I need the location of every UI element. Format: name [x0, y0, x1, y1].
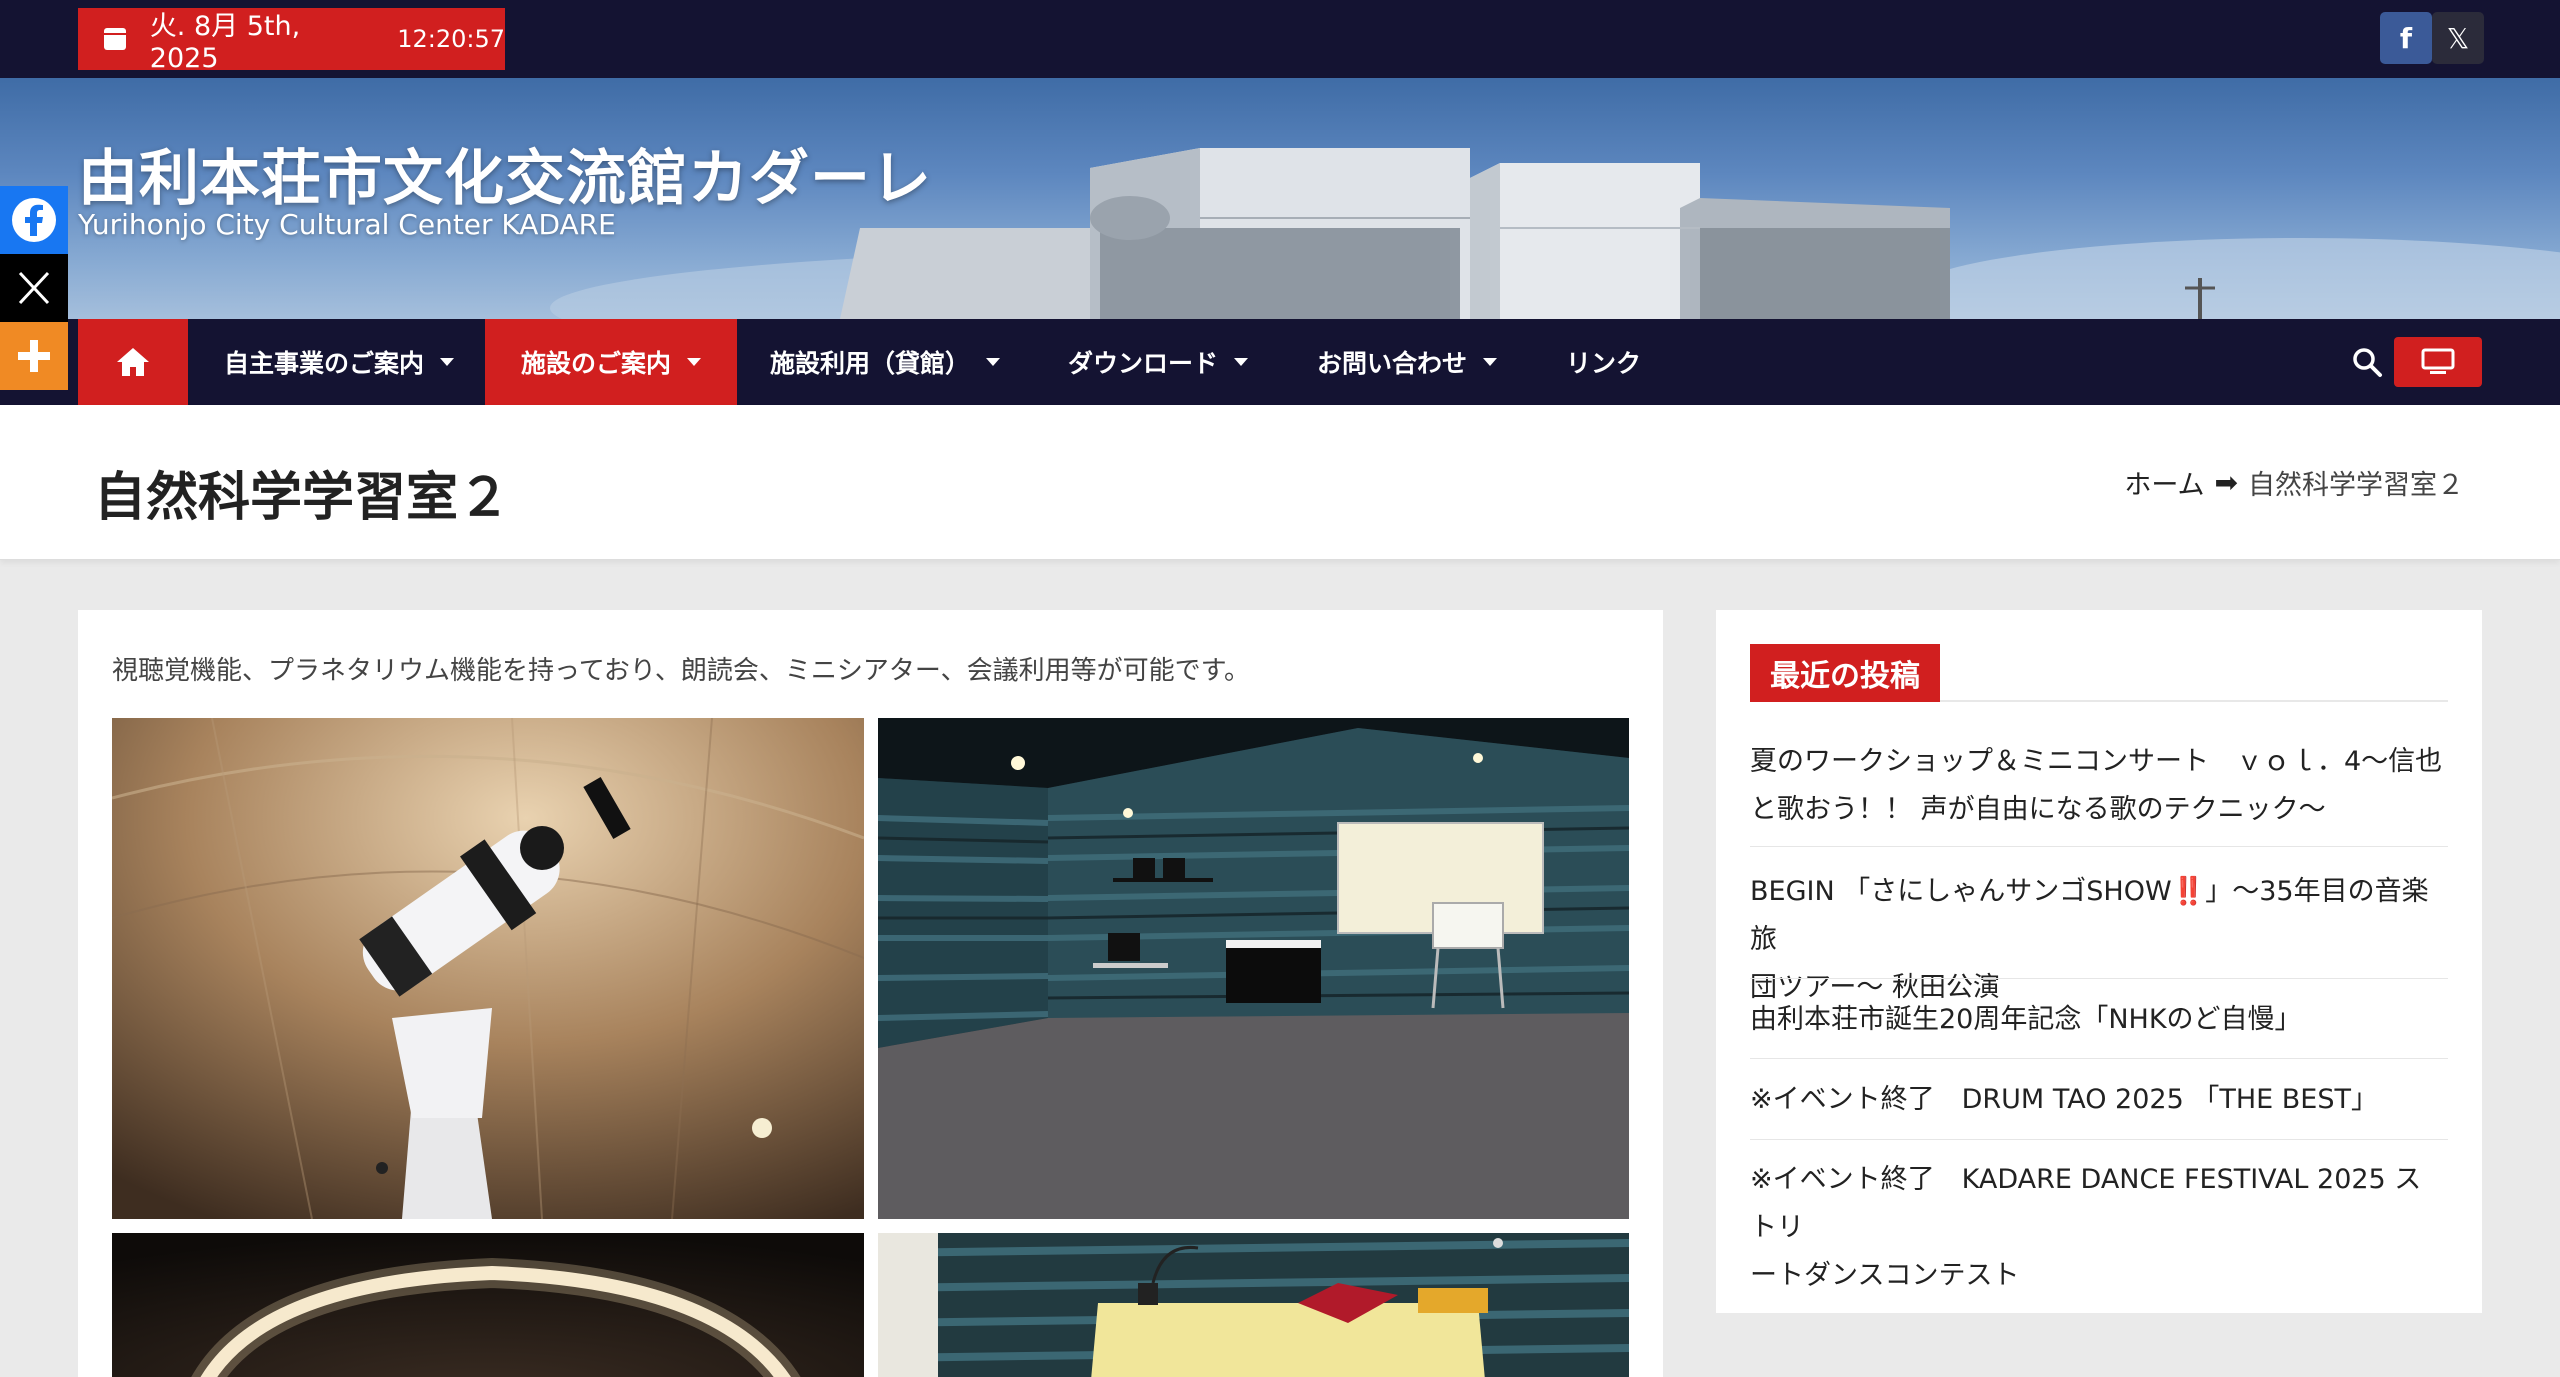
caret-down-icon: [1483, 358, 1498, 366]
recent-post-line: ートダンスコンテスト: [1750, 1260, 2020, 1291]
caret-down-icon: [1234, 358, 1249, 366]
recent-post-line: と歌おう！！ 声が自由になる歌のテクニック〜: [1750, 794, 2326, 825]
search-icon[interactable]: [2350, 345, 2384, 379]
nav-item-events[interactable]: 自主事業のご案内: [188, 319, 490, 405]
recent-post-line: 由利本荘市誕生20周年記念「NHKのど自慢」: [1750, 1004, 2302, 1035]
widget-heading: 最近の投稿: [1750, 644, 1940, 702]
current-time: 12:20:57: [397, 25, 505, 53]
nav-item-label: リンク: [1566, 349, 1642, 378]
share-x-button[interactable]: [0, 254, 68, 322]
recent-post-line: ※イベント終了 KADARE DANCE FESTIVAL 2025 ストリ: [1750, 1164, 2422, 1243]
nav-item-label: 施設利用（貸館）: [770, 349, 971, 378]
date-time-box: 火. 8月 5th, 2025 12:20:57: [78, 8, 505, 74]
breadcrumb-arrow-icon: ➡: [2214, 466, 2238, 499]
top-bar: 火. 8月 5th, 2025 12:20:57 f 𝕏: [0, 0, 2560, 78]
x-icon: [18, 271, 50, 305]
main-nav: 自主事業のご案内 施設のご案内 施設利用（貸館） ダウンロード お問い合わせ リ…: [0, 319, 2560, 405]
page-title: 自然科学学習室２: [94, 468, 511, 528]
recent-post-line: ※イベント終了 DRUM TAO 2025 「THE BEST」: [1750, 1084, 2378, 1115]
nav-item-label: 自主事業のご案内: [224, 349, 425, 378]
gallery-image-room[interactable]: [878, 718, 1629, 1219]
nav-item-label: 施設のご案内: [521, 349, 672, 378]
share-facebook-button[interactable]: [0, 186, 68, 254]
divider: [1750, 846, 2448, 847]
facebook-icon: [12, 198, 56, 242]
nav-item-label: お問い合わせ: [1317, 349, 1468, 378]
nav-item-links[interactable]: リンク: [1530, 319, 1677, 405]
divider: [1750, 1139, 2448, 1140]
site-header: 由利本荘市文化交流館カダーレ Yurihonjo City Cultural C…: [0, 78, 2560, 319]
divider: [1750, 1058, 2448, 1059]
nav-item-rental[interactable]: 施設利用（貸館）: [734, 319, 1036, 405]
recent-post-link[interactable]: 夏のワークショップ＆ミニコンサート ｖｏｌ．4〜信也 と歌おう！！ 声が自由にな…: [1750, 738, 2448, 834]
nav-item-facilities[interactable]: 施設のご案内: [485, 319, 738, 405]
nav-item-download[interactable]: ダウンロード: [1032, 319, 1284, 405]
current-date: 火. 8月 5th, 2025: [149, 11, 301, 74]
caret-down-icon: [687, 358, 702, 366]
room-description: 視聴覚機能、プラネタリウム機能を持っており、朗読会、ミニシアター、会議利用等が可…: [112, 656, 1251, 686]
breadcrumb-home-link[interactable]: ホーム: [2124, 463, 2204, 502]
divider: [1750, 978, 2448, 979]
recent-post-line: BEGIN 「さにしゃんサンゴSHOW‼️」〜35年目の音楽旅: [1750, 876, 2429, 955]
page-title-bar: 自然科学学習室２ ホーム ➡ 自然科学学習室２: [0, 405, 2560, 560]
caret-down-icon: [986, 358, 1001, 366]
recent-post-line: 夏のワークショップ＆ミニコンサート ｖｏｌ．4〜信也: [1750, 746, 2443, 777]
site-title[interactable]: 由利本荘市文化交流館カダーレ: [78, 130, 932, 217]
recent-post-link[interactable]: 由利本荘市誕生20周年記念「NHKのど自慢」: [1750, 996, 2448, 1044]
main-content-card: 視聴覚機能、プラネタリウム機能を持っており、朗読会、ミニシアター、会議利用等が可…: [78, 610, 1663, 1377]
nav-item-label: ダウンロード: [1068, 349, 1219, 378]
recent-post-link[interactable]: ※イベント終了 DRUM TAO 2025 「THE BEST」: [1750, 1076, 2448, 1124]
facebook-icon[interactable]: f: [2380, 12, 2432, 64]
recent-posts-widget: 最近の投稿 夏のワークショップ＆ミニコンサート ｖｏｌ．4〜信也 と歌おう！！ …: [1716, 610, 2482, 1313]
gallery-image-planetarium[interactable]: [112, 1233, 864, 1377]
nav-item-contact[interactable]: お問い合わせ: [1281, 319, 1533, 405]
share-more-button[interactable]: [0, 322, 68, 390]
home-icon: [117, 348, 149, 376]
recent-post-link[interactable]: ※イベント終了 KADARE DANCE FESTIVAL 2025 ストリ ー…: [1750, 1156, 2448, 1300]
x-icon[interactable]: 𝕏: [2432, 12, 2484, 64]
gallery-image-telescope[interactable]: [112, 718, 864, 1219]
breadcrumb-current: 自然科学学習室２: [2248, 470, 2464, 501]
calendar-icon: [104, 28, 126, 50]
plus-icon: [18, 340, 50, 372]
site-subtitle: Yurihonjo City Cultural Center KADARE: [78, 208, 616, 241]
monitor-button[interactable]: [2394, 337, 2482, 387]
nav-home-button[interactable]: [78, 319, 188, 405]
gallery-image-conference[interactable]: [878, 1233, 1629, 1377]
recent-post-link[interactable]: BEGIN 「さにしゃんサンゴSHOW‼️」〜35年目の音楽旅 団ツアー〜 秋田…: [1750, 868, 2448, 1012]
breadcrumb: ホーム ➡ 自然科学学習室２: [2124, 463, 2464, 502]
monitor-icon: [2421, 348, 2455, 374]
caret-down-icon: [440, 358, 455, 366]
